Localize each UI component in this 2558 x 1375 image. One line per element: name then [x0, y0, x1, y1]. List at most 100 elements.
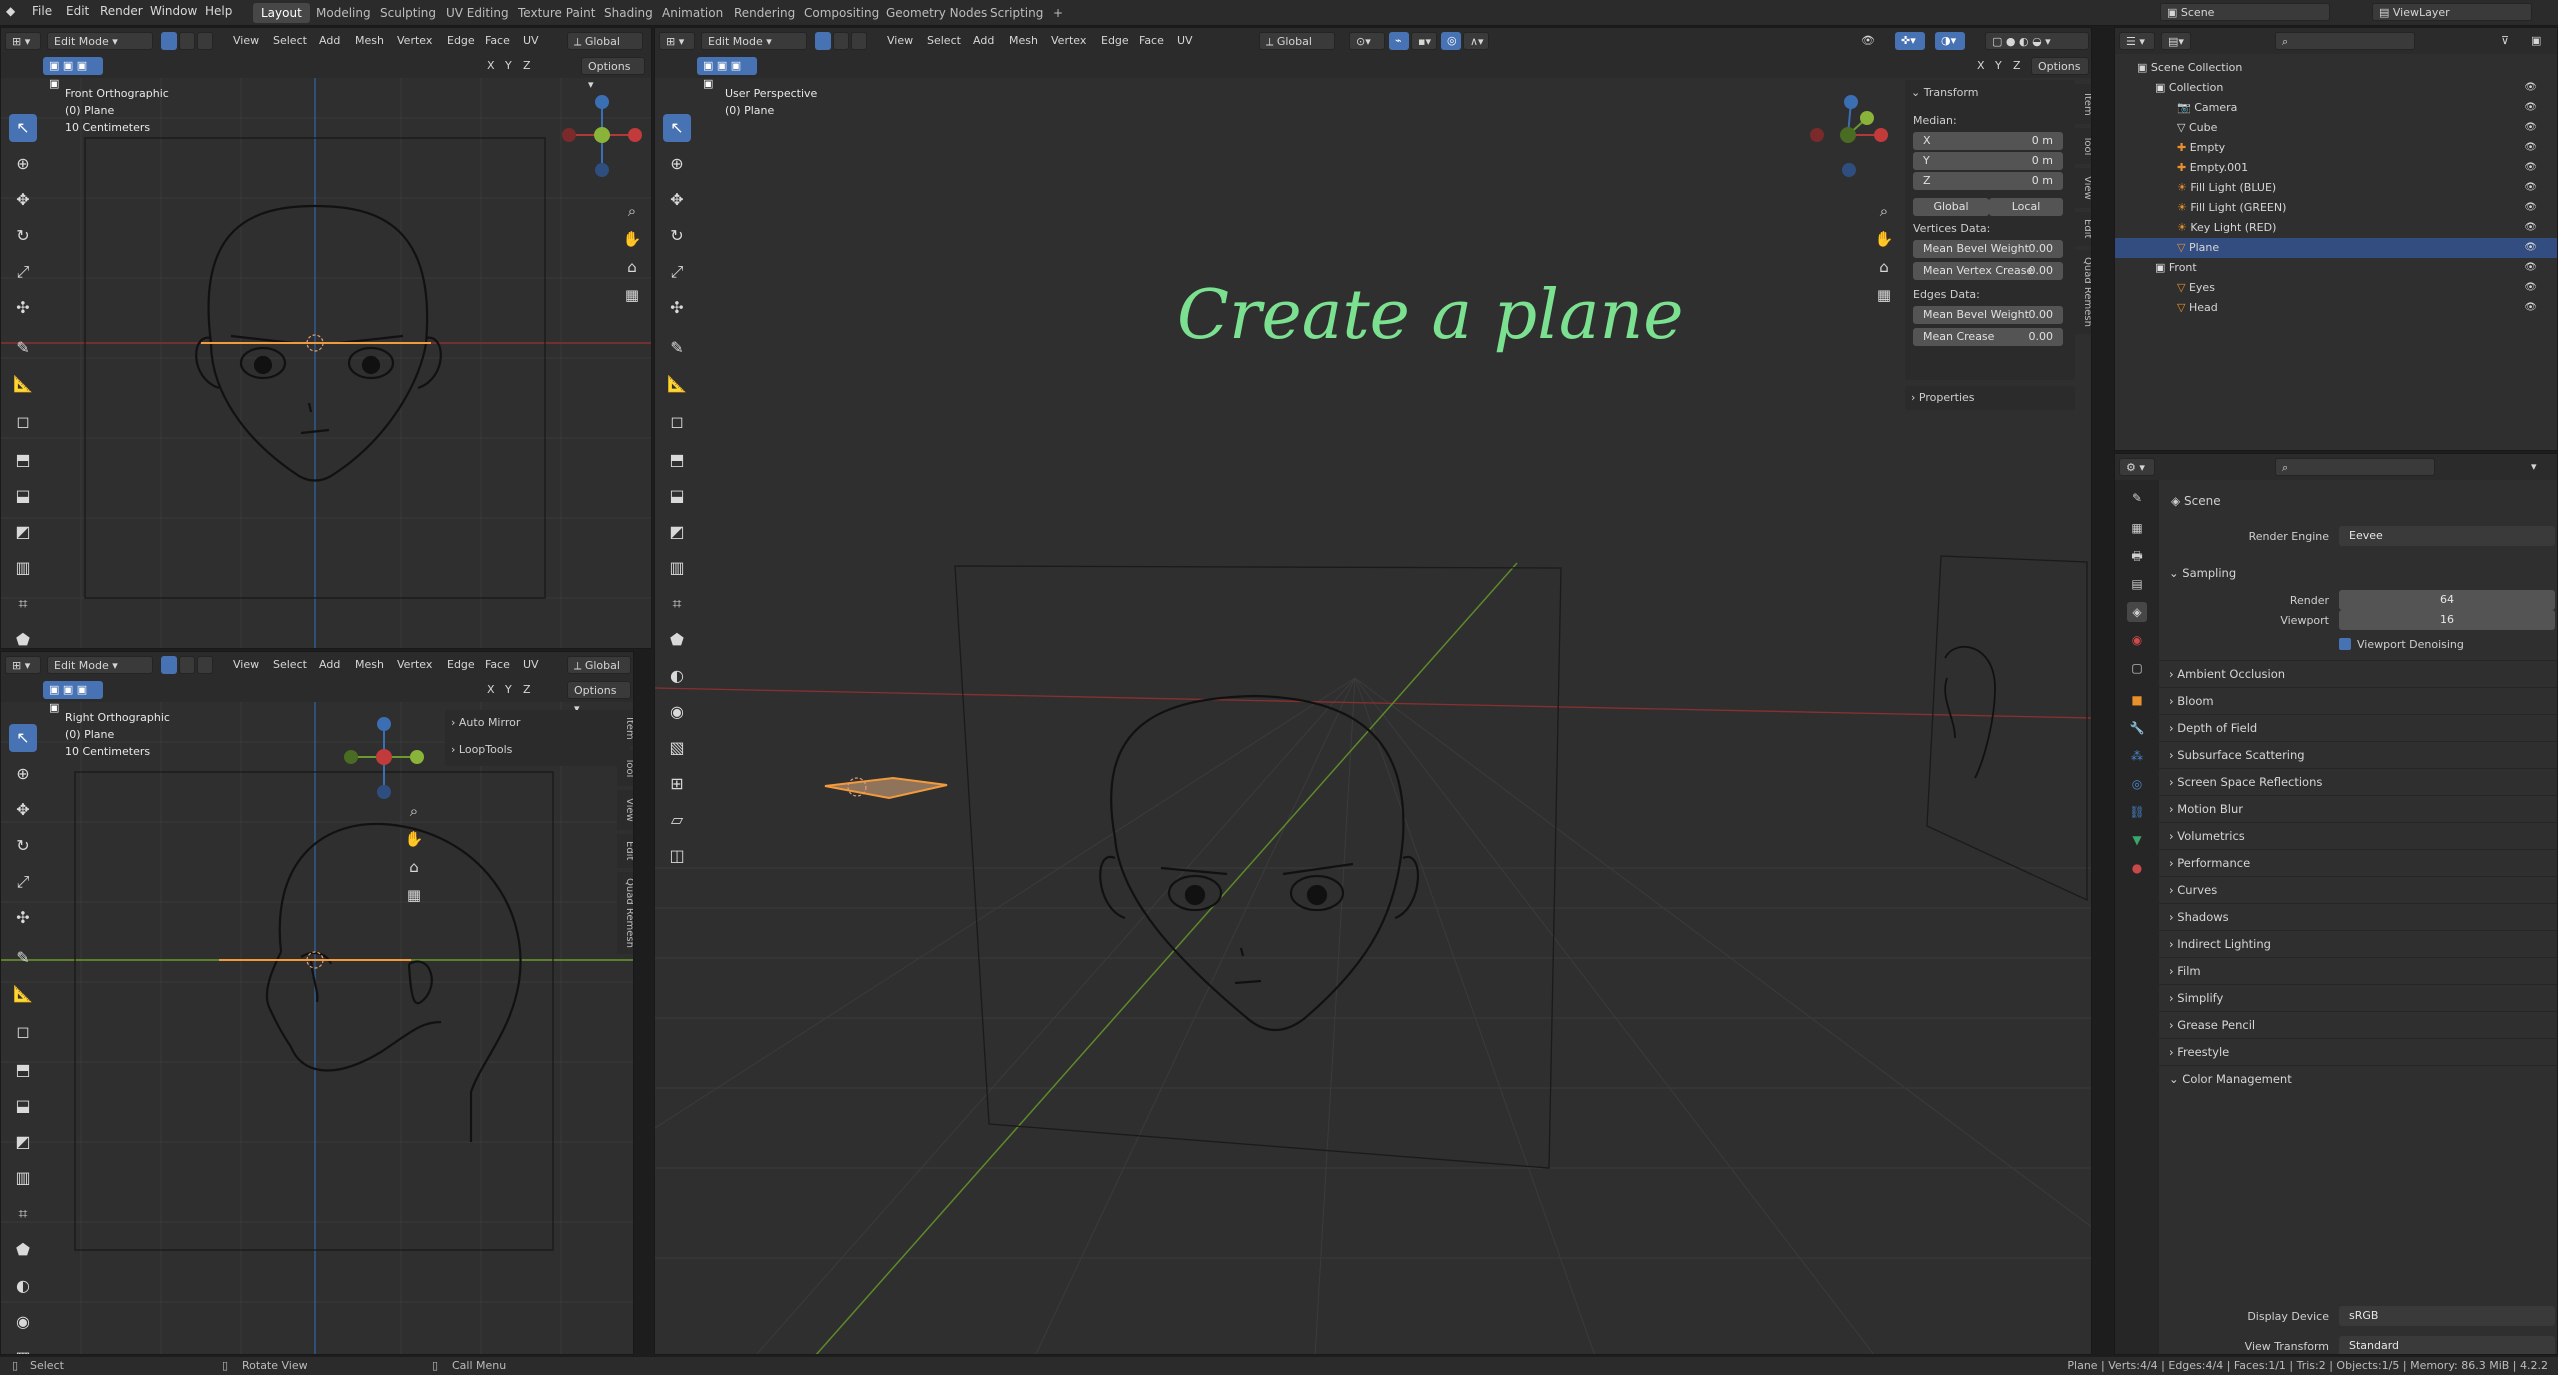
tab-shading[interactable]: Shading [596, 3, 661, 23]
measure-tool[interactable]: 📐 [663, 370, 691, 398]
mirror-z-toggle[interactable]: Z [517, 57, 537, 75]
knife-tool[interactable]: ⌗ [9, 1200, 37, 1228]
add-cube-tool[interactable]: ◻ [663, 408, 691, 436]
bevel-tool[interactable]: ◩ [9, 1128, 37, 1156]
cursor-tool[interactable]: ⊕ [9, 150, 37, 178]
tab-compositing[interactable]: Compositing [796, 3, 887, 23]
extrude-tool[interactable]: ⬒ [9, 1056, 37, 1084]
annotate-tool[interactable]: ✎ [9, 334, 37, 362]
loop-cut-tool[interactable]: ▥ [663, 554, 691, 582]
menu-add[interactable]: Add [313, 656, 346, 674]
edge-mean-bevel-weight-field[interactable]: Mean Bevel Weight 0.00 [1913, 306, 2063, 324]
face-select-button[interactable] [197, 32, 213, 50]
bevel-tool[interactable]: ◩ [9, 518, 37, 546]
knife-tool[interactable]: ⌗ [9, 590, 37, 618]
visibility-eye-icon[interactable]: 👁 [2524, 98, 2537, 118]
outliner-item[interactable]: ▽ Head 👁 [2115, 298, 2557, 318]
smooth-tool[interactable]: ◉ [9, 1308, 37, 1336]
display-device-dropdown[interactable]: sRGB [2339, 1306, 2555, 1326]
move-tool[interactable]: ✥ [9, 186, 37, 214]
modifier-tab-icon[interactable]: 🔧 [2127, 718, 2147, 738]
add-cube-tool[interactable]: ◻ [9, 1018, 37, 1046]
visibility-eye-icon[interactable]: 👁 [2524, 178, 2537, 198]
visibility-eye-icon[interactable]: 👁 [2524, 198, 2537, 218]
overlay-toggle[interactable]: ◑▾ [1935, 32, 1965, 50]
visibility-dropdown[interactable]: 👁▾ [1855, 32, 1885, 65]
rotate-tool[interactable]: ↻ [663, 222, 691, 250]
tab-quad-remesh[interactable]: Quad Remesh [617, 872, 633, 954]
menu-vertex[interactable]: Vertex [391, 32, 438, 50]
physics-tab-icon[interactable]: ◎ [2127, 774, 2147, 794]
filter-icon[interactable]: ⊽ [2495, 32, 2521, 50]
viewport-user-perspective[interactable]: ⊞ ▾ Edit Mode ▾ View Select Add Mesh Ver… [654, 27, 2092, 1355]
vertex-select-button[interactable] [161, 32, 177, 50]
outliner-item[interactable]: ▽ Plane 👁 [2115, 238, 2557, 258]
menu-render[interactable]: Render [100, 4, 143, 18]
mirror-x-toggle[interactable]: X [1971, 57, 1991, 75]
properties-search-input[interactable]: ⌕ [2275, 458, 2435, 476]
tab-edit[interactable]: Edit [2075, 212, 2091, 246]
editor-type-dropdown[interactable]: ⚙ ▾ [2119, 458, 2155, 476]
add-workspace-button[interactable]: + [1045, 3, 1071, 23]
tab-modeling[interactable]: Modeling [308, 3, 379, 23]
outliner-item[interactable]: ✚ Empty 👁 [2115, 138, 2557, 158]
annotate-tool[interactable]: ✎ [9, 944, 37, 972]
select-mode-buttons[interactable]: ▣ ▣ ▣ ▣ [697, 57, 757, 90]
scale-tool[interactable]: ⤢ [9, 258, 37, 286]
proportional-edit-toggle[interactable]: ◎ [1441, 32, 1461, 50]
mean-crease-field[interactable]: Mean Crease 0.00 [1913, 328, 2063, 346]
visibility-eye-icon[interactable]: 👁 [2524, 238, 2537, 258]
zoom-icon[interactable]: ⌕ [621, 200, 643, 222]
mirror-y-toggle[interactable]: Y [499, 57, 518, 75]
outliner-scene-collection[interactable]: ▣ Scene Collection [2115, 58, 2557, 78]
outliner-item[interactable]: 📷 Camera 👁 [2115, 98, 2557, 118]
scene-tab-icon[interactable]: ◈ [2127, 602, 2147, 622]
outliner-item[interactable]: ✚ Empty.001 👁 [2115, 158, 2557, 178]
tool-tab-icon[interactable]: ✎ [2127, 488, 2147, 508]
menu-view[interactable]: View [227, 32, 265, 50]
mode-dropdown[interactable]: Edit Mode ▾ [701, 32, 807, 50]
mirror-x-toggle[interactable]: X [481, 57, 501, 75]
menu-view[interactable]: View [227, 656, 265, 674]
section-header[interactable]: › Grease Pencil [2159, 1011, 2557, 1037]
edge-select-button[interactable] [179, 656, 195, 674]
camera-view-icon[interactable]: ⌂ [621, 256, 643, 278]
inset-tool[interactable]: ⬓ [663, 482, 691, 510]
viewport-front-ortho[interactable]: ⊞ ▾ Edit Mode ▾ View Select Add Mesh Ver… [0, 27, 652, 649]
properties-panel[interactable]: › Properties [1905, 386, 2075, 410]
particles-tab-icon[interactable]: ⁂ [2127, 746, 2147, 766]
output-tab-icon[interactable]: 🖶 [2127, 546, 2147, 566]
scene-selector[interactable]: ▣ Scene [2160, 3, 2330, 21]
chevron-down-icon[interactable]: ▾ [2525, 458, 2551, 476]
navigation-gizmo[interactable] [339, 712, 429, 802]
visibility-eye-icon[interactable]: 👁 [2524, 158, 2537, 178]
menu-edge[interactable]: Edge [441, 32, 481, 50]
menu-window[interactable]: Window [150, 4, 197, 18]
snap-target-dropdown[interactable]: ▪▾ [1411, 32, 1437, 50]
ortho-grid-icon[interactable]: ▦ [403, 884, 425, 906]
measure-tool[interactable]: 📐 [9, 980, 37, 1008]
rip-tool[interactable]: ◫ [663, 842, 691, 870]
section-header[interactable]: › Freestyle [2159, 1038, 2557, 1064]
transform-header[interactable]: ⌄ Transform [1911, 86, 1978, 99]
zoom-icon[interactable]: ⌕ [1873, 200, 1895, 222]
mirror-x-toggle[interactable]: X [481, 681, 501, 699]
tab-view[interactable]: View [2075, 168, 2091, 208]
mesh-data-tab-icon[interactable]: ▼ [2127, 830, 2147, 850]
vertex-select-button[interactable] [815, 32, 831, 50]
falloff-dropdown[interactable]: ∧▾ [1463, 32, 1489, 50]
menu-add[interactable]: Add [967, 32, 1000, 50]
mirror-z-toggle[interactable]: Z [2007, 57, 2027, 75]
visibility-eye-icon[interactable]: 👁 [2524, 218, 2537, 238]
menu-edit[interactable]: Edit [66, 4, 89, 18]
menu-file[interactable]: File [32, 4, 52, 18]
zoom-icon[interactable]: ⌕ [403, 800, 425, 822]
edge-select-button[interactable] [179, 32, 195, 50]
face-select-button[interactable] [851, 32, 867, 50]
add-cube-tool[interactable]: ◻ [9, 408, 37, 436]
menu-face[interactable]: Face [479, 656, 516, 674]
menu-help[interactable]: Help [205, 4, 232, 18]
ortho-grid-icon[interactable]: ▦ [621, 284, 643, 306]
pan-hand-icon[interactable]: ✋ [403, 828, 425, 850]
menu-vertex[interactable]: Vertex [391, 656, 438, 674]
